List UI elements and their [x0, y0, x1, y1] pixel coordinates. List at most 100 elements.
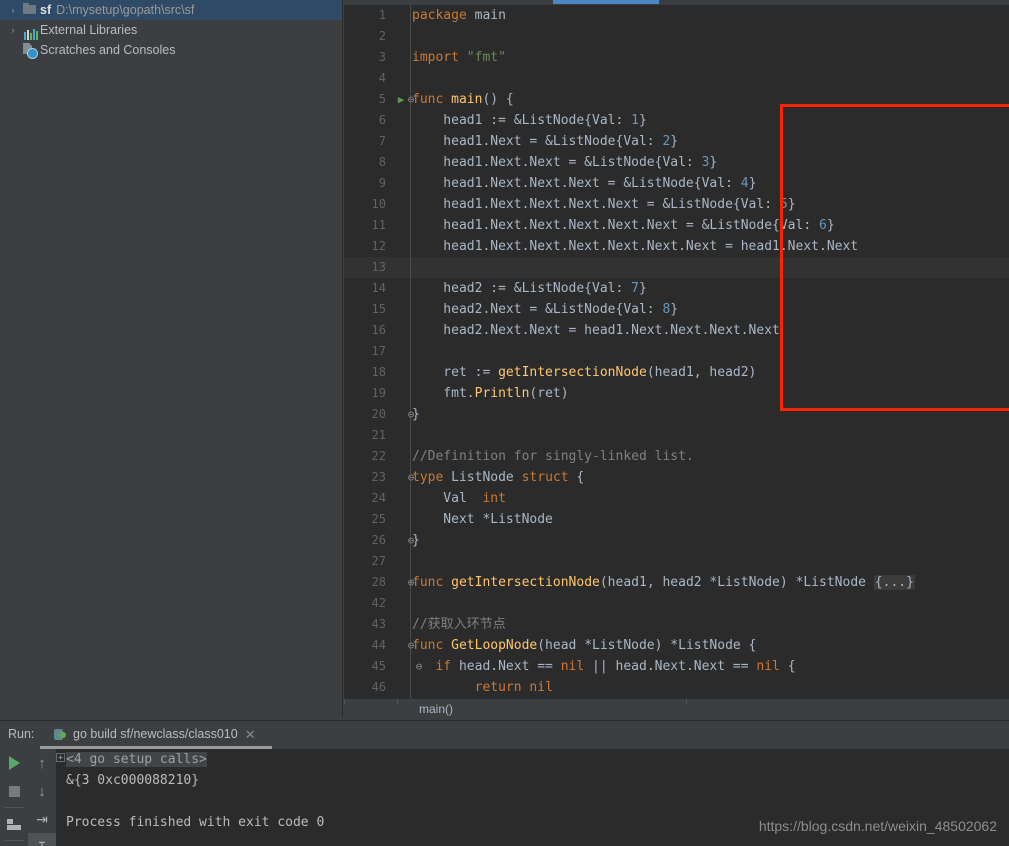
go-gopher-icon — [53, 727, 67, 742]
line-number: 10 — [371, 197, 386, 211]
chevron-right-icon[interactable]: › — [6, 0, 20, 20]
line-number: 14 — [371, 281, 386, 295]
gutter-divider — [410, 656, 411, 677]
project-tree-panel: › sf D:\mysetup\gopath\src\sf › External Lib… — [0, 0, 343, 718]
library-bar — [33, 29, 35, 40]
tree-item-scratches-and-consoles[interactable]: › Scratches and Consoles — [0, 40, 342, 60]
line-number: 22 — [371, 449, 386, 463]
stop-button[interactable] — [0, 777, 28, 805]
line-number: 5 — [378, 92, 386, 106]
gutter-divider — [410, 551, 411, 572]
console-line: + <4 go setup calls> — [56, 749, 1009, 770]
line-number: 44 — [371, 638, 386, 652]
gutter-divider — [410, 5, 411, 26]
layout-icon — [7, 818, 21, 830]
code-text: type ListNode struct { — [412, 470, 585, 485]
tree-item-sf[interactable]: › sf D:\mysetup\gopath\src\sf — [0, 0, 342, 20]
code-line-15[interactable]: 15 head2.Next = &ListNode{Val: 8} — [344, 299, 1009, 320]
line-number: 46 — [371, 680, 386, 694]
code-line-44[interactable]: 44 ⊖ func GetLoopNode(head *ListNode) *Lis… — [344, 635, 1009, 656]
line-number: 7 — [378, 134, 386, 148]
line-number: 18 — [371, 365, 386, 379]
code-editor: 1 package main 2 3 import "fmt" 4 5 ▶ ⊖ func main… — [344, 0, 1009, 698]
code-line-14[interactable]: 14 head2 := &ListNode{Val: 7} — [344, 278, 1009, 299]
code-line-19[interactable]: 19 fmt.Println(ret) — [344, 383, 1009, 404]
code-line-1[interactable]: 1 package main — [344, 5, 1009, 26]
code-line-12[interactable]: 12 head1.Next.Next.Next.Next.Next.Next =… — [344, 236, 1009, 257]
code-line-13[interactable]: 13 — [344, 257, 1009, 278]
rerun-button[interactable] — [0, 749, 28, 777]
code-line-4[interactable]: 4 — [344, 68, 1009, 89]
layout-button[interactable] — [0, 810, 28, 838]
code-line-17[interactable]: 17 — [344, 341, 1009, 362]
code-content[interactable]: 1 package main 2 3 import "fmt" 4 5 ▶ ⊖ func main… — [344, 5, 1009, 698]
close-icon[interactable]: ✕ — [245, 728, 256, 741]
console-text: <4 go setup calls> — [66, 752, 207, 767]
toolbar-divider — [4, 840, 24, 841]
code-line-11[interactable]: 11 head1.Next.Next.Next.Next.Next = &Lis… — [344, 215, 1009, 236]
code-text: head1 := &ListNode{Val: 1} — [412, 113, 647, 128]
code-text: Next *ListNode — [412, 512, 553, 527]
code-line-21[interactable]: 21 — [344, 425, 1009, 446]
code-line-3[interactable]: 3 import "fmt" — [344, 47, 1009, 68]
code-line-25[interactable]: 25 Next *ListNode — [344, 509, 1009, 530]
code-line-6[interactable]: 6 head1 := &ListNode{Val: 1} — [344, 110, 1009, 131]
code-line-20[interactable]: 20 ⊖} — [344, 404, 1009, 425]
tree-item-external-libraries[interactable]: › External Libraries — [0, 20, 342, 40]
scroll-to-end-button[interactable]: ↧ — [28, 833, 56, 846]
breadcrumb-main[interactable]: main() — [419, 702, 453, 716]
gutter-divider — [410, 593, 411, 614]
console-line: &{3 0xc000088210} — [56, 770, 1009, 791]
chevron-right-icon[interactable]: › — [6, 20, 20, 40]
line-number: 26 — [371, 533, 386, 547]
ide-window: › sf D:\mysetup\gopath\src\sf › External Lib… — [0, 0, 1009, 846]
run-configuration-tab[interactable]: go build sf/newclass/class010 ✕ — [47, 723, 262, 745]
arrow-up-icon: ↑ — [38, 754, 46, 772]
code-line-2[interactable]: 2 — [344, 26, 1009, 47]
code-text: head1.Next.Next.Next.Next = &ListNode{Va… — [412, 197, 796, 212]
line-number: 8 — [378, 155, 386, 169]
code-line-28[interactable]: 28 ⊕ func getIntersectionNode(head1, head2… — [344, 572, 1009, 593]
code-text: func getIntersectionNode(head1, head2 *L… — [412, 575, 915, 590]
gutter-divider — [410, 425, 411, 446]
code-line-5[interactable]: 5 ▶ ⊖ func main() { — [344, 89, 1009, 110]
soft-wrap-icon: ⇥ — [36, 811, 48, 827]
code-line-46[interactable]: 46 return nil — [344, 677, 1009, 698]
gutter-divider — [410, 362, 411, 383]
code-line-7[interactable]: 7 head1.Next = &ListNode{Val: 2} — [344, 131, 1009, 152]
console-fold-toggle-icon[interactable]: + — [56, 753, 65, 762]
code-line-42[interactable]: 42 — [344, 593, 1009, 614]
next-occurrence-button[interactable]: ↓ — [28, 777, 56, 805]
code-line-24[interactable]: 24 Val int — [344, 488, 1009, 509]
library-bar — [36, 31, 38, 40]
watermark-url: https://blog.csdn.net/weixin_48502062 — [758, 818, 997, 834]
run-toolbar-right: ↑ ↓ ⇥ ↧ — [28, 749, 56, 846]
line-number: 16 — [371, 323, 386, 337]
scratches-icon — [20, 40, 40, 60]
code-line-22[interactable]: 22 //Definition for singly-linked list. — [344, 446, 1009, 467]
code-line-9[interactable]: 9 head1.Next.Next.Next = &ListNode{Val: … — [344, 173, 1009, 194]
gutter-divider — [410, 194, 411, 215]
code-line-27[interactable]: 27 — [344, 551, 1009, 572]
code-line-18[interactable]: 18 ret := getIntersectionNode(head1, hea… — [344, 362, 1009, 383]
folder-icon — [20, 0, 40, 20]
gutter-divider — [410, 488, 411, 509]
gutter-divider — [410, 47, 411, 68]
code-line-16[interactable]: 16 head2.Next.Next = head1.Next.Next.Nex… — [344, 320, 1009, 341]
line-number: 20 — [371, 407, 386, 421]
code-line-23[interactable]: 23 ⊖ type ListNode struct { — [344, 467, 1009, 488]
code-line-26[interactable]: 26 ⊖} — [344, 530, 1009, 551]
code-line-8[interactable]: 8 head1.Next.Next = &ListNode{Val: 3} — [344, 152, 1009, 173]
scroll-to-end-icon: ↧ — [36, 840, 48, 846]
code-line-45[interactable]: 45 ⊖ if head.Next == nil || head.Next.Nex… — [344, 656, 1009, 677]
library-bar — [24, 32, 26, 40]
active-tab-indicator[interactable] — [553, 0, 659, 4]
prev-occurrence-button[interactable]: ↑ — [28, 749, 56, 777]
soft-wrap-button[interactable]: ⇥ — [28, 805, 56, 833]
line-number: 1 — [378, 8, 386, 22]
code-line-10[interactable]: 10 head1.Next.Next.Next.Next = &ListNode… — [344, 194, 1009, 215]
line-number: 42 — [371, 596, 386, 610]
code-line-43[interactable]: 43 //获取入环节点 — [344, 614, 1009, 635]
gutter-divider — [410, 257, 411, 278]
